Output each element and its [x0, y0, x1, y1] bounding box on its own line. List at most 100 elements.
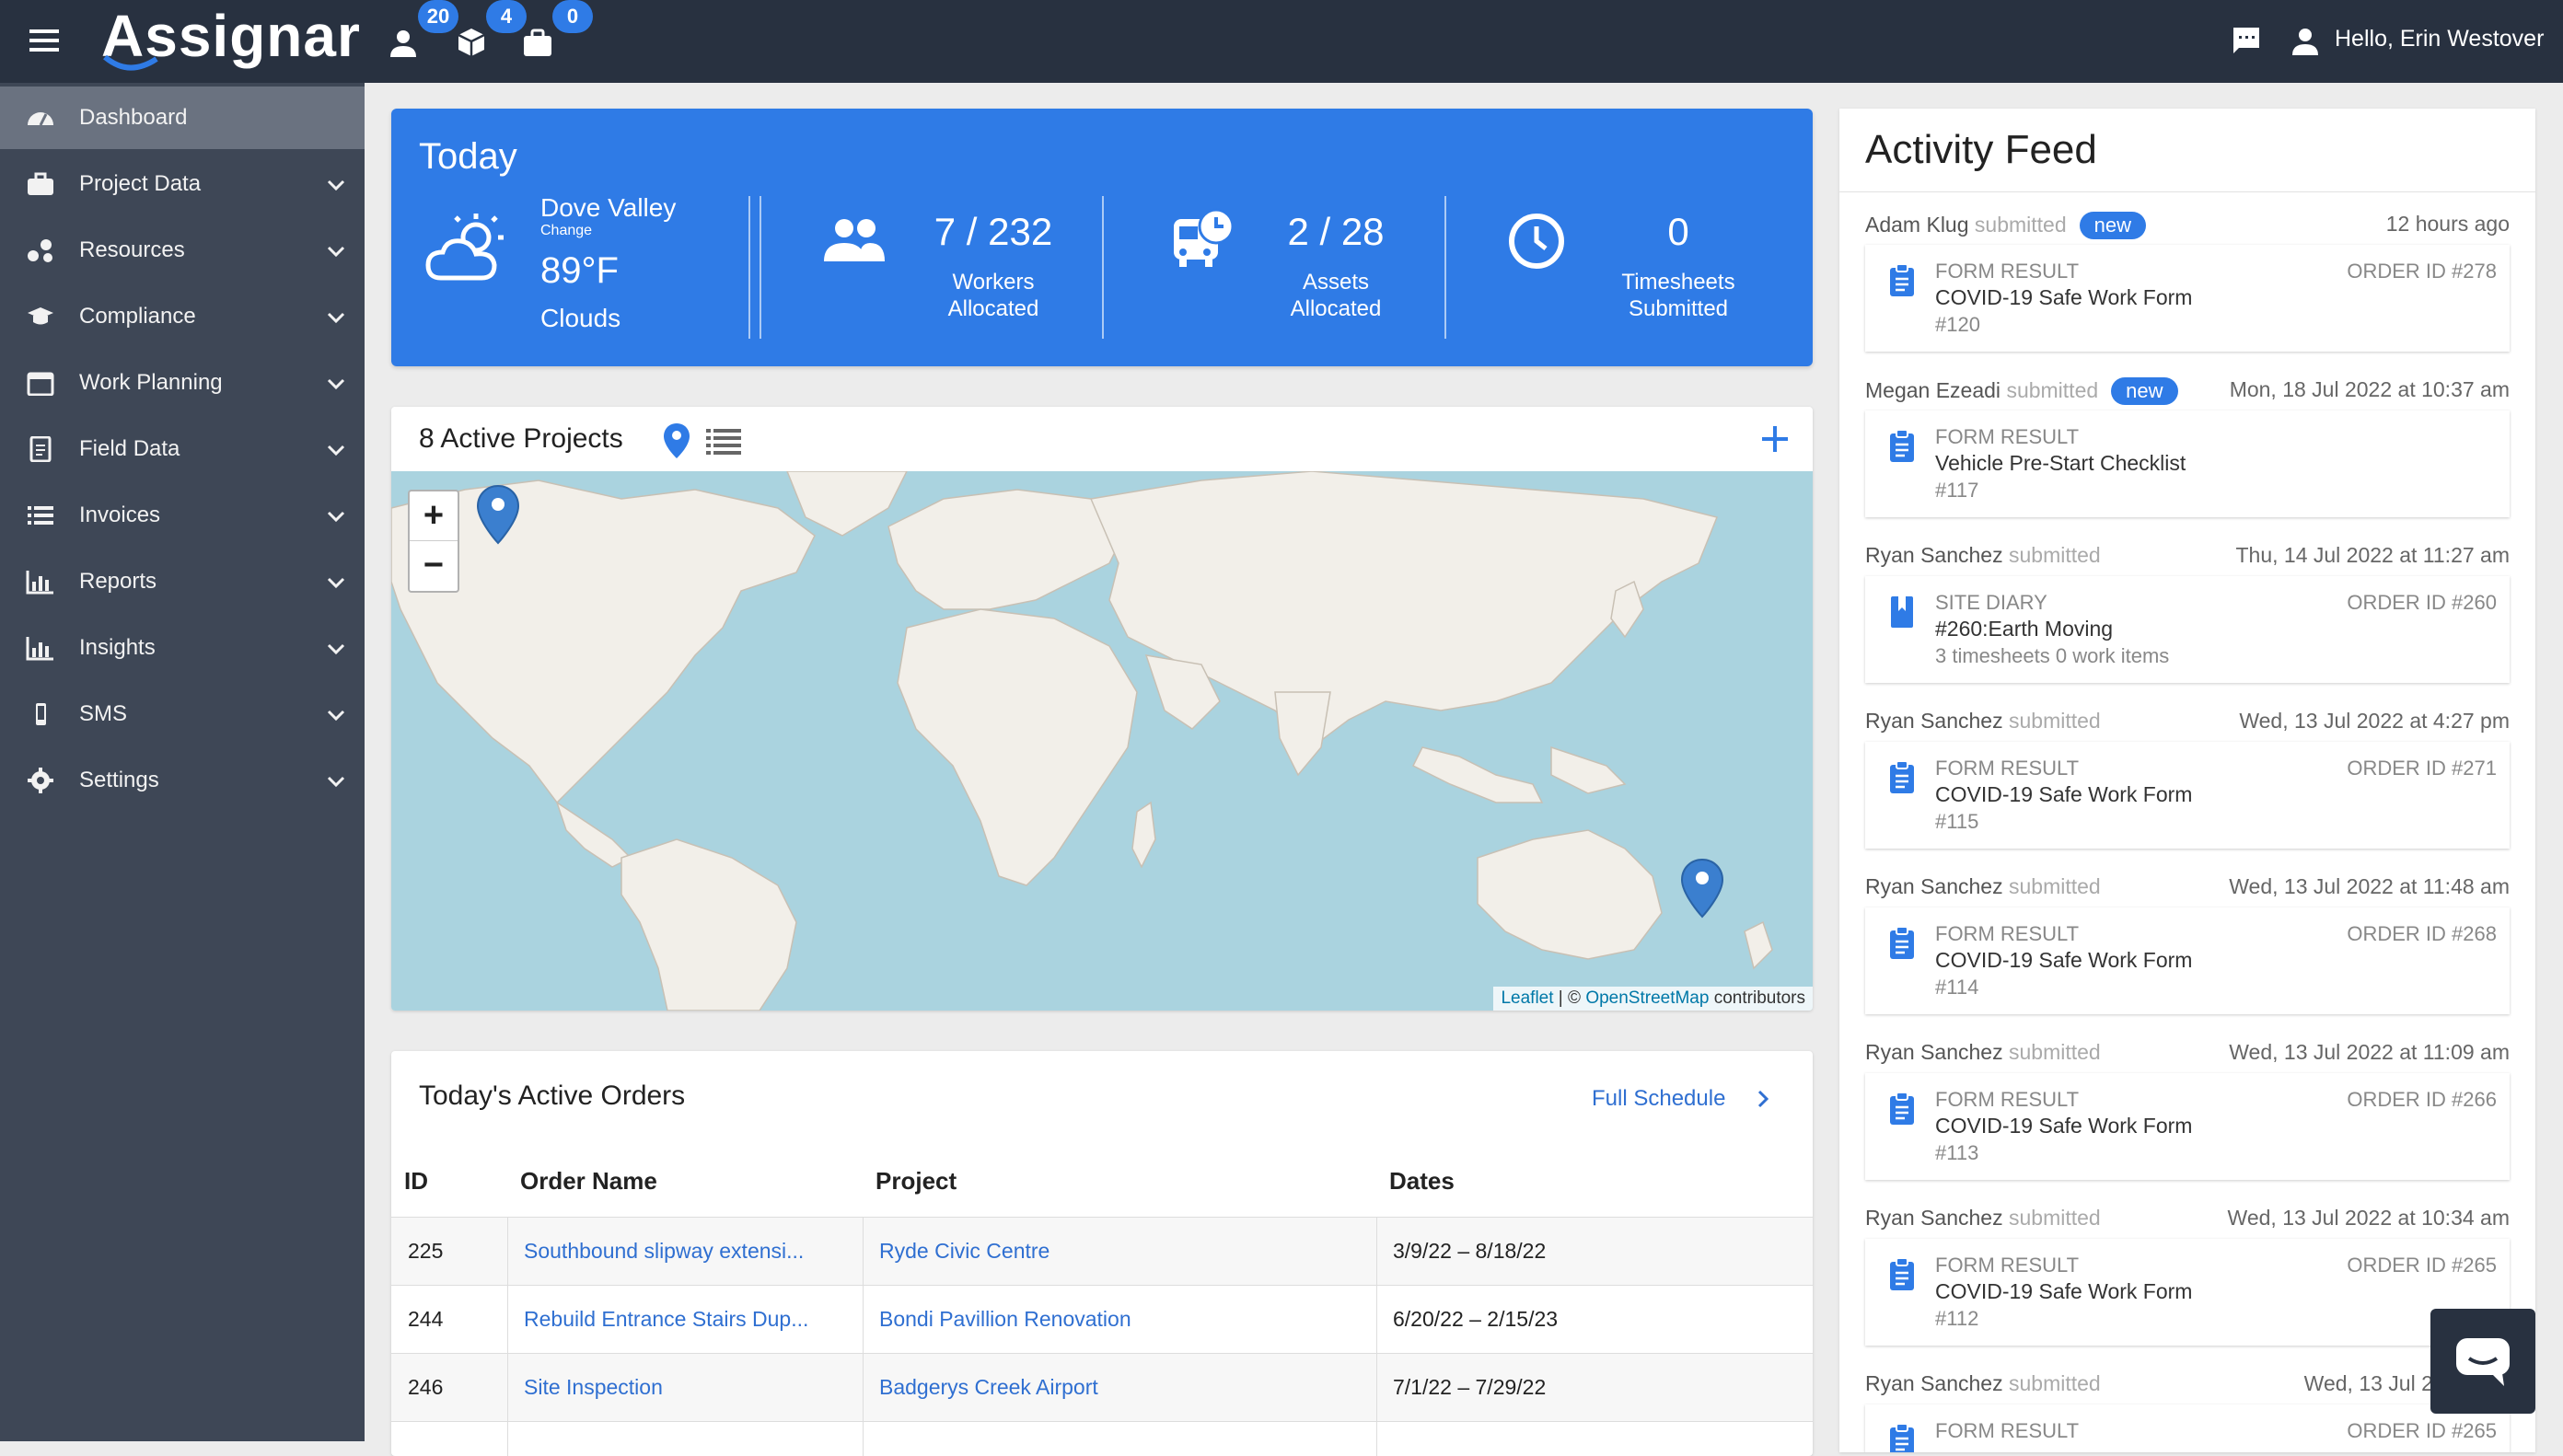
- table-row[interactable]: 246 Site Inspection Badgerys Creek Airpo…: [391, 1353, 1813, 1422]
- order-id-label: ORDER ID #260: [2347, 591, 2497, 614]
- sidebar-item-work-planning[interactable]: Work Planning: [0, 352, 365, 414]
- form-number: #113: [1935, 1141, 1979, 1164]
- chevron-down-icon[interactable]: [324, 173, 348, 197]
- feed-entry-header: Ryan Sanchez submitted Wed, 13 Jul 2022 a…: [1865, 1040, 2510, 1065]
- chevron-right-icon[interactable]: [1752, 1088, 1774, 1110]
- submitter-name[interactable]: Ryan Sanchez: [1865, 1371, 2003, 1395]
- project-link[interactable]: Bondi Pavillion Renovation: [879, 1307, 1367, 1332]
- bar-chart-icon: [26, 637, 53, 661]
- project-link[interactable]: Badgerys Creek Airport: [879, 1375, 1367, 1400]
- column-divider: [507, 1286, 508, 1354]
- feed-entry-card[interactable]: FORM RESULT ORDER ID #268 COVID-19 Safe Wo…: [1865, 907, 2510, 1014]
- chevron-down-icon[interactable]: [324, 571, 348, 595]
- column-header-order-name[interactable]: Order Name: [520, 1167, 657, 1196]
- sidebar-item-insights[interactable]: Insights: [0, 617, 365, 679]
- workers-counter[interactable]: 20: [387, 0, 458, 59]
- table-row[interactable]: [391, 1421, 1813, 1456]
- sidebar-item-label: Field Data: [79, 436, 180, 461]
- feed-entry-card[interactable]: SITE DIARY ORDER ID #260 #260:Earth Moving…: [1865, 576, 2510, 683]
- chevron-down-icon[interactable]: [324, 504, 348, 528]
- chevron-down-icon[interactable]: [324, 769, 348, 793]
- order-name-link[interactable]: Rebuild Entrance Stairs Dup...: [524, 1307, 855, 1332]
- feed-entry-header: Ryan Sanchez submitted Wed, 13 Jul 2022 a…: [1865, 874, 2510, 899]
- add-project-icon[interactable]: [1759, 423, 1791, 455]
- feed-entry-card[interactable]: FORM RESULT Vehicle Pre-Start Checklist #1…: [1865, 410, 2510, 517]
- chevron-down-icon[interactable]: [324, 372, 348, 396]
- action-label: submitted: [2008, 1206, 2101, 1230]
- jobs-counter[interactable]: 0: [521, 0, 593, 59]
- column-header-id[interactable]: ID: [404, 1167, 428, 1196]
- stat-divider: [1102, 196, 1104, 339]
- chevron-down-icon[interactable]: [324, 306, 348, 329]
- zoom-out-button[interactable]: −: [410, 541, 458, 591]
- user-icon[interactable]: [2290, 26, 2320, 55]
- order-name-link[interactable]: Site Inspection: [524, 1375, 855, 1400]
- submitter-name[interactable]: Ryan Sanchez: [1865, 543, 2003, 567]
- column-divider: [863, 1354, 864, 1422]
- sidebar-item-reports[interactable]: Reports: [0, 550, 365, 613]
- chat-widget-button[interactable]: [2430, 1309, 2535, 1414]
- column-header-dates[interactable]: Dates: [1389, 1167, 1455, 1196]
- timesheets-label-line1: Timesheets: [1621, 270, 1735, 295]
- world-map-graphic: [391, 471, 1773, 1011]
- table-row[interactable]: 225 Southbound slipway extensi... Ryde C…: [391, 1217, 1813, 1286]
- openstreetmap-link[interactable]: OpenStreetMap: [1585, 988, 1709, 1008]
- column-divider: [507, 1354, 508, 1422]
- chevron-down-icon[interactable]: [324, 637, 348, 661]
- leaflet-link[interactable]: Leaflet: [1501, 988, 1553, 1008]
- zoom-in-button[interactable]: +: [410, 491, 458, 541]
- assets-label-line1: Assets: [1302, 270, 1370, 295]
- list-view-icon[interactable]: [706, 427, 741, 455]
- weather-temperature: 89°F: [540, 250, 619, 291]
- top-bar: Assignar 20 4 0 Hello, Erin Westover: [0, 0, 2563, 83]
- sidebar-item-resources[interactable]: Resources: [0, 219, 365, 282]
- chevron-down-icon[interactable]: [324, 438, 348, 462]
- chat-icon[interactable]: [2230, 24, 2263, 57]
- order-name-link[interactable]: Southbound slipway extensi...: [524, 1239, 855, 1264]
- feed-entry-card[interactable]: FORM RESULT ORDER ID #271 COVID-19 Safe Wo…: [1865, 742, 2510, 849]
- projects-map[interactable]: + − Leaflet | © OpenStreetMap contributo…: [391, 471, 1813, 1011]
- sidebar-item-project-data[interactable]: Project Data: [0, 153, 365, 215]
- action-label: submitted: [2006, 378, 2099, 402]
- submitter-name[interactable]: Ryan Sanchez: [1865, 1206, 2003, 1230]
- sidebar-item-compliance[interactable]: Compliance: [0, 285, 365, 348]
- column-header-project[interactable]: Project: [876, 1167, 957, 1196]
- clipboard-icon: [1887, 1423, 1917, 1452]
- feed-entry-card[interactable]: FORM RESULT ORDER ID #278 COVID-19 Safe Wo…: [1865, 245, 2510, 352]
- project-marker-pin[interactable]: [476, 484, 524, 545]
- sidebar-item-invoices[interactable]: Invoices: [0, 484, 365, 547]
- workers-label-line1: Workers: [952, 270, 1035, 295]
- submitter-name[interactable]: Megan Ezeadi: [1865, 378, 2001, 402]
- dashboard-icon: [28, 112, 53, 126]
- order-id-label: ORDER ID #265: [2347, 1419, 2497, 1442]
- form-number: 3 timesheets 0 work items: [1935, 644, 2170, 667]
- workers-badge: 20: [418, 0, 458, 33]
- sidebar-item-settings[interactable]: Settings: [0, 749, 365, 812]
- column-divider: [1376, 1354, 1377, 1422]
- form-number: #117: [1935, 479, 1979, 502]
- hamburger-menu-icon[interactable]: [26, 24, 63, 57]
- feed-entry-card[interactable]: FORM RESULT ORDER ID #265 COVID-19 Safe Wo…: [1865, 1239, 2510, 1346]
- submitter-name[interactable]: Ryan Sanchez: [1865, 709, 2003, 733]
- sidebar-item-field-data[interactable]: Field Data: [0, 418, 365, 480]
- change-location-link[interactable]: Change: [540, 223, 592, 239]
- sidebar-item-sms[interactable]: SMS: [0, 683, 365, 745]
- feed-entry-card[interactable]: FORM RESULT ORDER ID #266 COVID-19 Safe Wo…: [1865, 1073, 2510, 1180]
- submitter-name[interactable]: Ryan Sanchez: [1865, 1040, 2003, 1064]
- submitter-name[interactable]: Adam Klug: [1865, 213, 1969, 237]
- chat-bubble-icon: [2456, 1338, 2510, 1386]
- project-link[interactable]: Ryde Civic Centre: [879, 1239, 1367, 1264]
- user-greeting[interactable]: Hello, Erin Westover: [2335, 26, 2544, 52]
- table-row[interactable]: 244 Rebuild Entrance Stairs Dup... Bondi…: [391, 1285, 1813, 1354]
- sidebar-item-dashboard[interactable]: Dashboard: [0, 87, 365, 149]
- order-id-label: ORDER ID #278: [2347, 260, 2497, 283]
- chevron-down-icon[interactable]: [324, 703, 348, 727]
- project-marker-pin[interactable]: [1680, 858, 1728, 919]
- assets-counter[interactable]: 4: [455, 0, 527, 59]
- feed-entry-card[interactable]: FORM RESULT ORDER ID #265: [1865, 1404, 2510, 1452]
- chevron-down-icon[interactable]: [324, 239, 348, 263]
- submitter-name[interactable]: Ryan Sanchez: [1865, 874, 2003, 898]
- map-pin-icon[interactable]: [662, 422, 691, 460]
- full-schedule-link[interactable]: Full Schedule: [1592, 1086, 1725, 1112]
- action-label: submitted: [1974, 213, 2067, 237]
